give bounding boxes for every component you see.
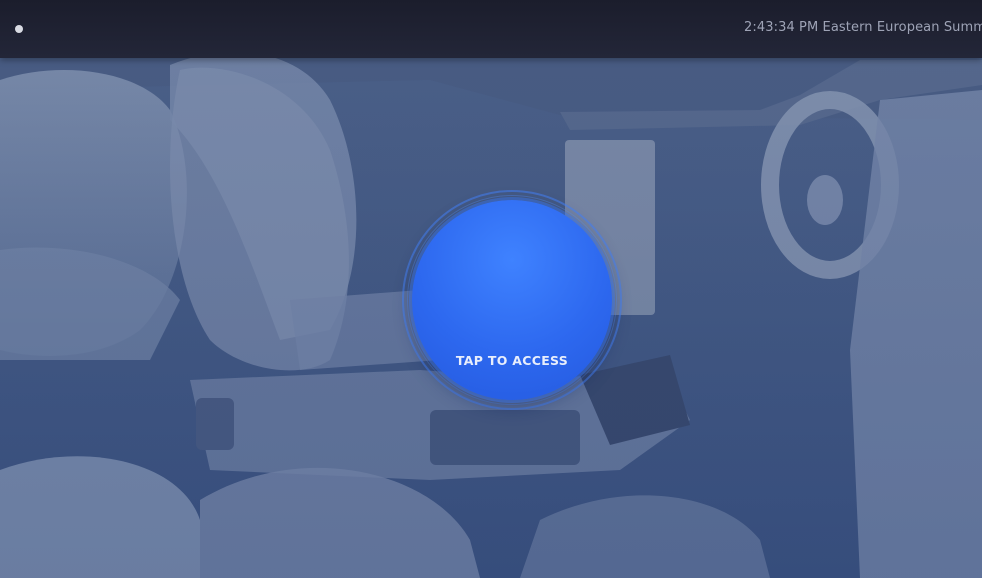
lock-screen: 2:43:34 PM Eastern European Summer Time … — [0, 0, 982, 578]
status-dot-icon — [15, 25, 23, 33]
status-clock: 2:43:34 PM Eastern European Summer Time — [744, 20, 982, 35]
status-bar: 2:43:34 PM Eastern European Summer Time — [0, 0, 982, 58]
tap-to-access-label: TAP TO ACCESS — [455, 353, 569, 368]
tap-to-access-button[interactable]: TAP TO ACCESS — [412, 200, 612, 400]
